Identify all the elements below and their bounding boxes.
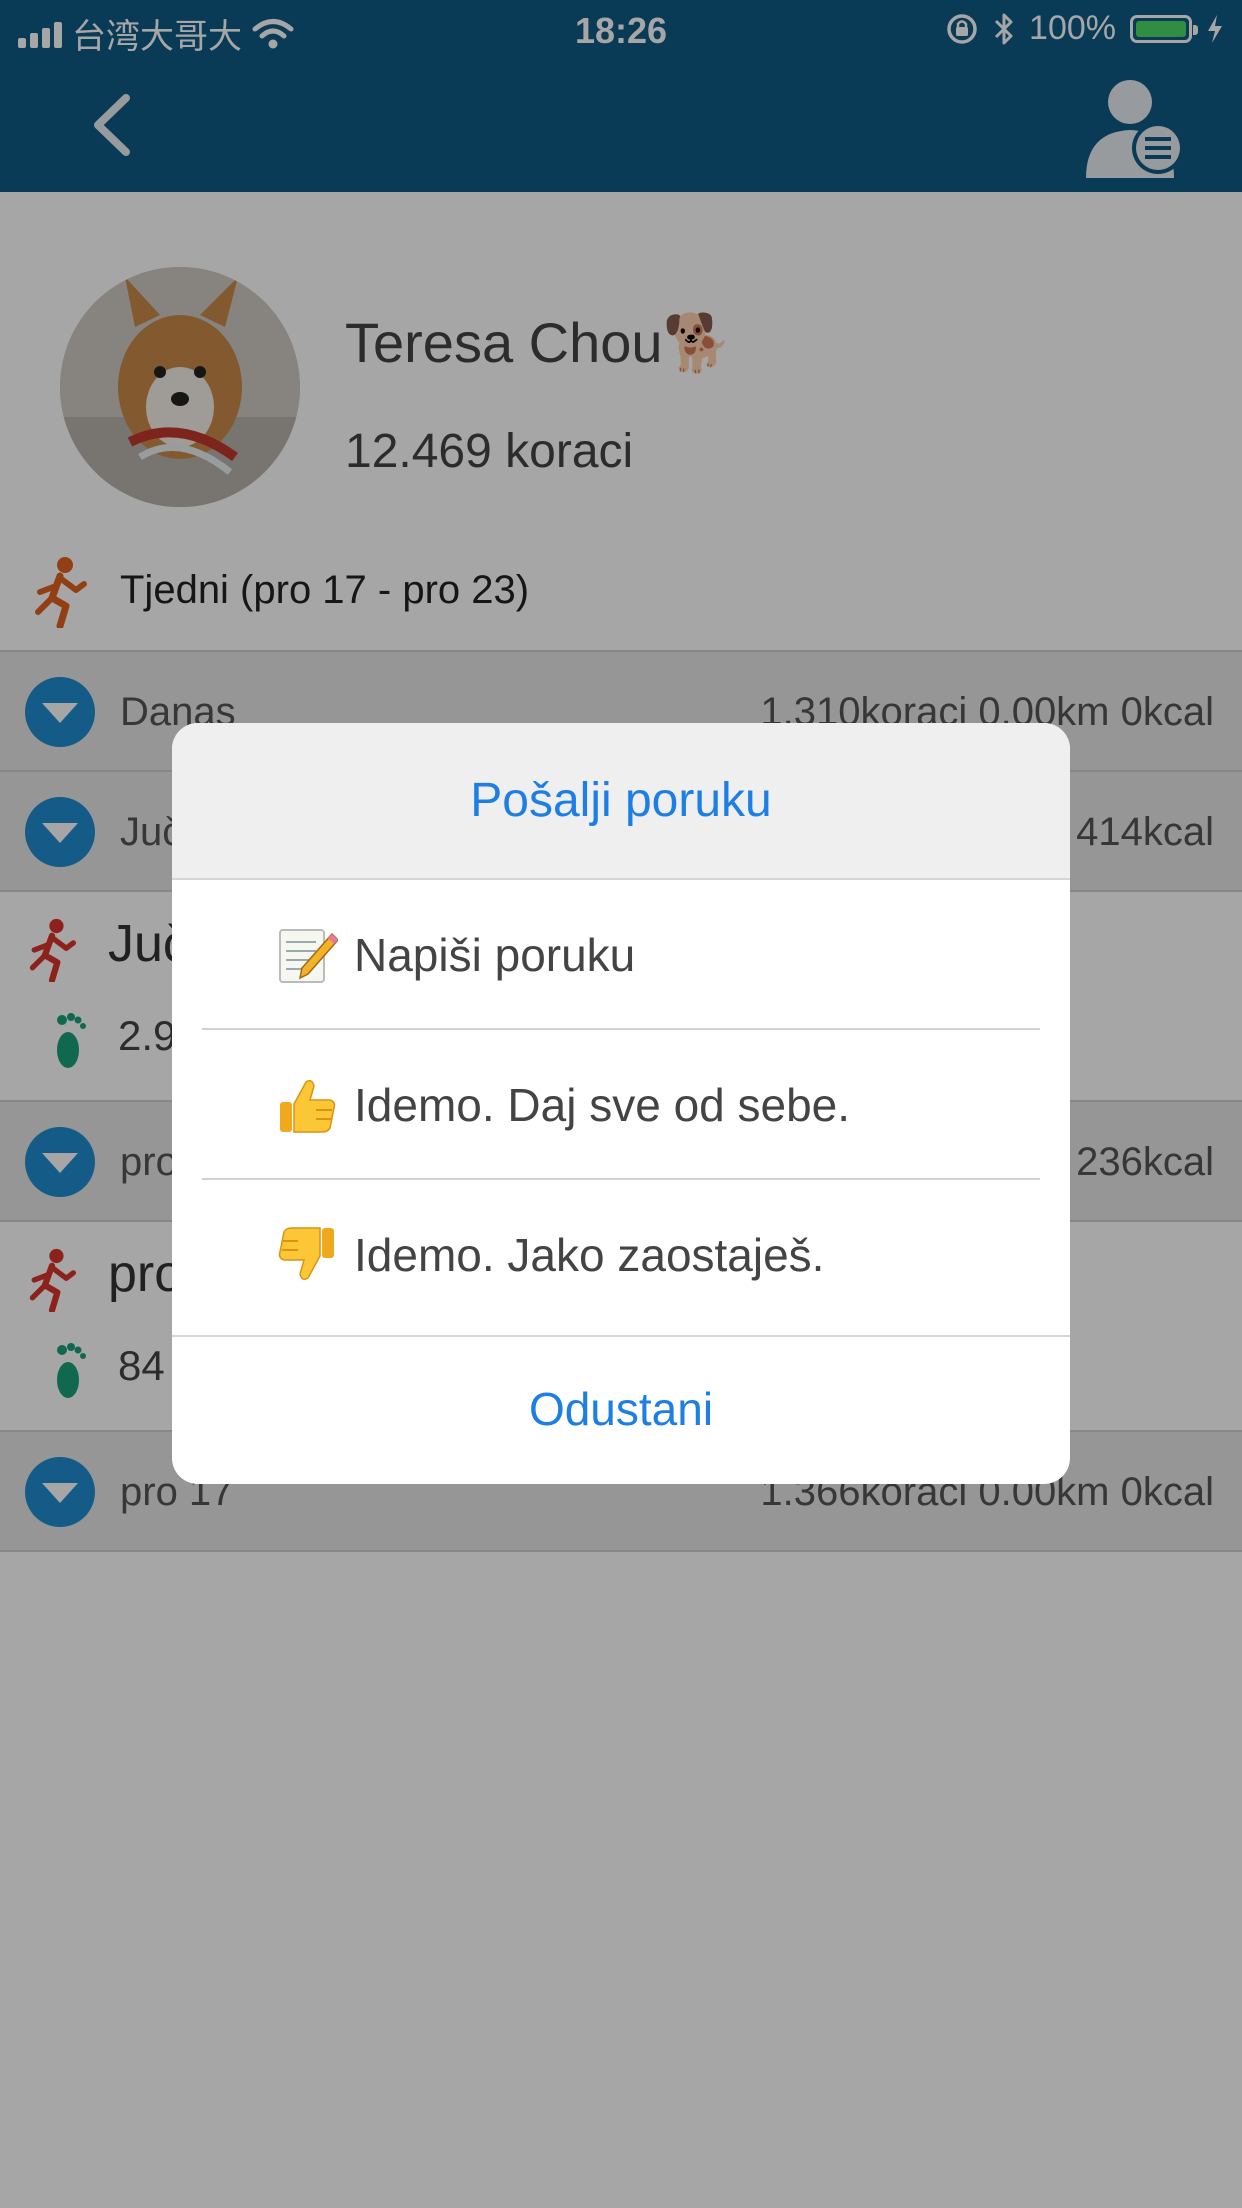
thumbs-down-icon [278, 1227, 334, 1281]
option-label: Napiši poruku [354, 929, 636, 981]
cancel-button[interactable]: Odustani [172, 1335, 1070, 1484]
thumbs-up-icon [280, 1079, 336, 1133]
option-thumbs-up[interactable]: Idemo. Daj sve od sebe. [172, 1030, 1070, 1180]
option-write-message[interactable]: Napiši poruku [172, 880, 1070, 1030]
memo-pencil-icon [279, 929, 338, 983]
option-label: Idemo. Daj sve od sebe. [354, 1079, 851, 1131]
sheet-title: Pošalji poruku [172, 723, 1070, 880]
option-thumbs-down[interactable]: Idemo. Jako zaostaješ. [172, 1180, 1070, 1330]
message-action-sheet: Pošalji poruku Napiši poruku Idemo. Daj … [172, 723, 1070, 1484]
option-label: Idemo. Jako zaostaješ. [354, 1229, 825, 1281]
